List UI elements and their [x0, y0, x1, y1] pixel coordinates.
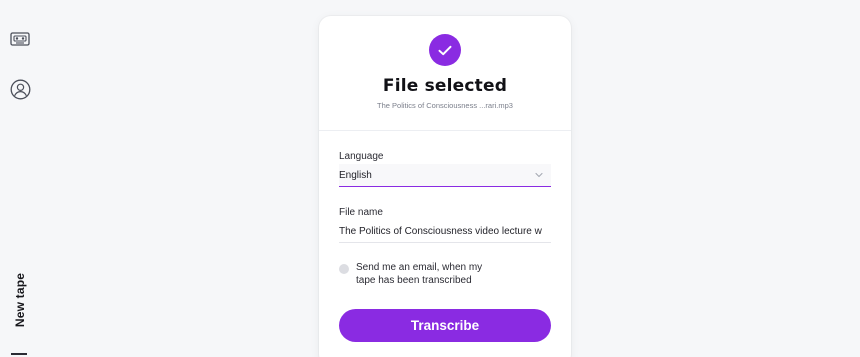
chevron-down-icon: [535, 172, 543, 178]
tape-icon[interactable]: [9, 28, 31, 50]
selected-file-name: The Politics of Consciousness ...rari.mp…: [377, 101, 513, 110]
language-select[interactable]: English: [339, 164, 551, 187]
new-tape-button[interactable]: New tape: [6, 262, 34, 338]
check-icon: [429, 34, 461, 66]
user-icon[interactable]: [9, 78, 31, 100]
file-name-label: File name: [339, 207, 383, 218]
file-name-value: The Politics of Consciousness video lect…: [339, 226, 542, 237]
sidebar-divider: [11, 353, 27, 355]
email-notify-line2: tape has been transcribed: [356, 274, 472, 286]
language-label: Language: [339, 151, 384, 162]
new-tape-label: New tape: [13, 272, 27, 328]
upload-card: File selected The Politics of Consciousn…: [319, 16, 571, 357]
language-value: English: [339, 170, 372, 181]
file-name-input[interactable]: The Politics of Consciousness video lect…: [339, 222, 551, 243]
sidebar: New tape: [0, 0, 40, 357]
divider: [319, 130, 571, 131]
card-title: File selected: [382, 76, 508, 96]
transcribe-button[interactable]: Transcribe: [339, 309, 551, 342]
email-notify-line1: Send me an email, when my: [356, 262, 483, 273]
email-notify-checkbox[interactable]: [339, 264, 349, 274]
email-notify-label[interactable]: Send me an email, when my tape has been …: [356, 262, 506, 287]
